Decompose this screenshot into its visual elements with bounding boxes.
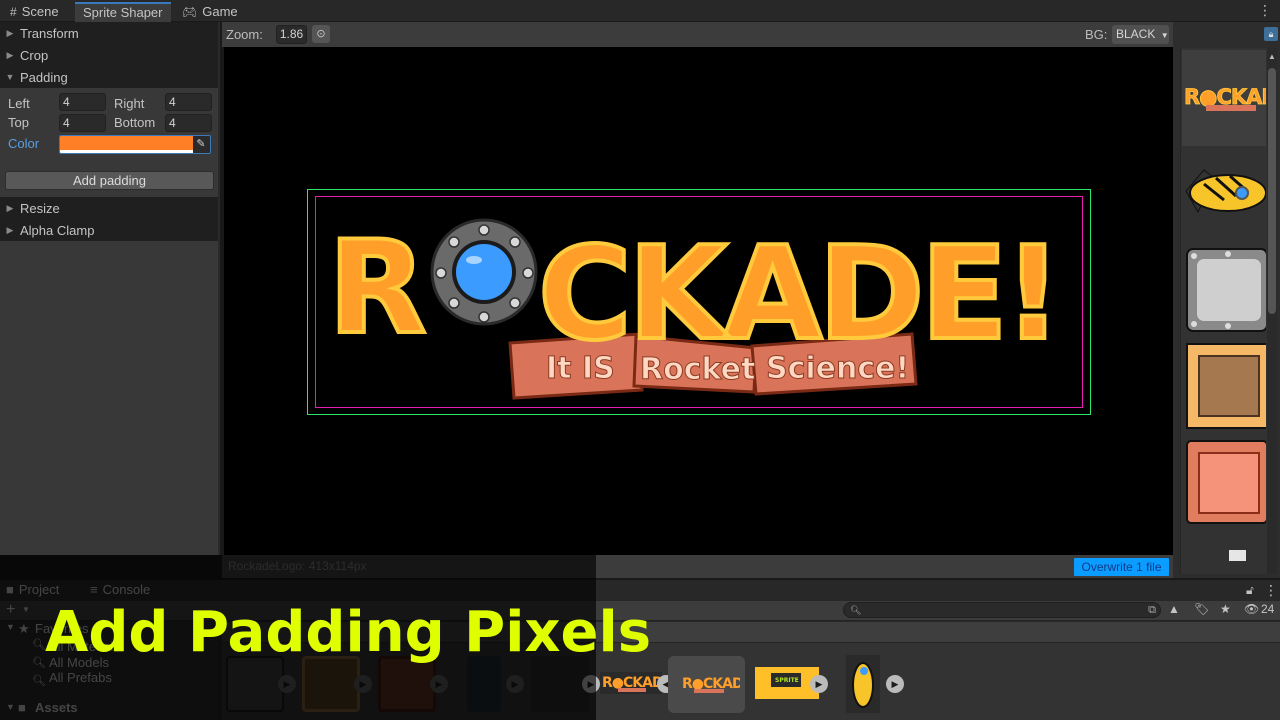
expand-arrow-icon: ▶ [6, 27, 14, 38]
section-padding-label: Padding [20, 69, 68, 85]
sprite-shaper-settings-panel: ▶ Transform ▶ Crop ▼ Padding Left 4 Righ… [0, 22, 220, 555]
tab-scene[interactable]: # Scene [2, 2, 67, 22]
more-options-icon[interactable]: ⋮ [1264, 582, 1278, 599]
overwrite-file-button[interactable]: Overwrite 1 file [1074, 558, 1169, 576]
tab-game[interactable]: 🎮︎ Game [174, 2, 246, 22]
thumbnail-size-indicator [1229, 550, 1246, 561]
zoom-reset-icon[interactable]: ⊙ [312, 25, 330, 43]
bg-dropdown[interactable]: BLACK ▼ [1112, 25, 1169, 44]
gamepad-icon: 🎮︎ [182, 5, 198, 19]
collapse-arrow-icon: ▼ [5, 72, 15, 82]
scroll-up-icon[interactable]: ▲ [1268, 52, 1276, 61]
thumbnail-scrollbar-thumb[interactable] [1268, 68, 1276, 314]
section-crop-label: Crop [20, 47, 49, 63]
play-icon[interactable]: ▶ [886, 675, 904, 693]
asset-yellow-rocket[interactable] [846, 655, 880, 713]
thumb-red-wood-crate[interactable] [1186, 440, 1266, 526]
thumb-rockade-logo[interactable]: R●CKADE [1182, 80, 1266, 114]
bg-dropdown-value: BLACK [1116, 27, 1156, 41]
video-caption: Add Padding Pixels [45, 600, 652, 665]
filter-by-type-icon[interactable]: ▲ [1168, 602, 1180, 616]
top-label: Top [8, 115, 29, 130]
section-alpha-clamp-label: Alpha Clamp [20, 222, 95, 238]
unlock-icon[interactable]: 🔓︎ [1246, 583, 1254, 598]
color-label: Color [8, 136, 40, 151]
chevron-down-icon: ▼ [1160, 31, 1169, 40]
play-icon[interactable]: ▶ [810, 675, 828, 693]
logo-letter-r: R [328, 214, 424, 363]
svg-text:SPRITE: SPRITE [775, 677, 799, 684]
padding-color-field[interactable]: ✎ [59, 135, 211, 154]
top-padding-field[interactable]: 4 [59, 114, 106, 132]
favorites-star-icon[interactable]: ★ [1220, 602, 1231, 616]
section-padding[interactable]: ▼ Padding [0, 66, 218, 88]
expand-arrow-icon: ▶ [6, 202, 14, 213]
asset-rockade-logo-b[interactable]: R●CKADE! [680, 674, 740, 696]
bottom-label: Bottom [114, 115, 156, 130]
more-options-icon[interactable]: ⋮ [1258, 2, 1272, 19]
logo-letters-ckade: CKADE! [538, 220, 1058, 369]
thumb-wooden-crate[interactable] [1186, 343, 1266, 429]
asset-rockade-logo-a[interactable]: R●CKADE [600, 672, 662, 694]
add-padding-button[interactable]: Add padding [5, 171, 214, 190]
viewer-toolbar: Zoom: 1.86 ⊙ BG: BLACK ▼ [222, 22, 1173, 47]
expand-arrow-icon: ▶ [6, 224, 14, 235]
section-resize-label: Resize [20, 200, 60, 216]
bottom-padding-field[interactable]: 4 [165, 114, 212, 132]
bg-label: BG: [1085, 27, 1108, 42]
left-padding-field[interactable]: 4 [59, 93, 106, 111]
lock-icon[interactable]: 🔒︎ [1264, 27, 1278, 41]
section-transform[interactable]: ▶ Transform [0, 22, 218, 44]
rockade-logo-sprite: It IS Rocket Science! R CKADE! [326, 212, 1064, 400]
search-icon: 🔍︎ [850, 605, 862, 615]
zoom-label: Zoom: [226, 27, 263, 42]
editor-tab-bar: # Scene Sprite Shaper 🎮︎ Game ⋮ [0, 0, 1280, 22]
project-search-input[interactable]: 🔍︎ ⧉ [843, 602, 1161, 618]
tab-scene-label: Scene [21, 4, 59, 19]
tab-sprite-shaper[interactable]: Sprite Shaper [75, 2, 171, 22]
section-alpha-clamp[interactable]: ▶ Alpha Clamp [0, 219, 218, 241]
right-label: Right [114, 96, 145, 111]
section-crop[interactable]: ▶ Crop [0, 44, 218, 66]
hidden-count: 24 [1261, 602, 1275, 616]
expand-arrow-icon: ▶ [6, 49, 14, 60]
grid-icon: # [10, 5, 17, 19]
eyedropper-icon[interactable]: ✎ [192, 136, 210, 153]
right-padding-field[interactable]: 4 [165, 93, 212, 111]
tab-sprite-shaper-label: Sprite Shaper [83, 5, 163, 20]
search-options-icon[interactable]: ⧉ [1148, 603, 1156, 617]
filter-by-label-icon[interactable]: 🏷︎ [1194, 602, 1209, 616]
hidden-packages-icon[interactable]: 👁︎ [1244, 602, 1259, 616]
zoom-input[interactable]: 1.86 [276, 25, 307, 44]
alpha-bar [60, 150, 193, 153]
left-label: Left [8, 96, 30, 111]
color-swatch[interactable] [60, 136, 193, 150]
section-resize[interactable]: ▶ Resize [0, 197, 218, 219]
thumb-yellow-fish-ship[interactable] [1184, 166, 1266, 220]
porthole-o-icon [430, 218, 538, 326]
thumb-metal-panel[interactable] [1186, 248, 1266, 332]
tab-game-label: Game [202, 4, 238, 19]
section-transform-label: Transform [20, 25, 79, 41]
